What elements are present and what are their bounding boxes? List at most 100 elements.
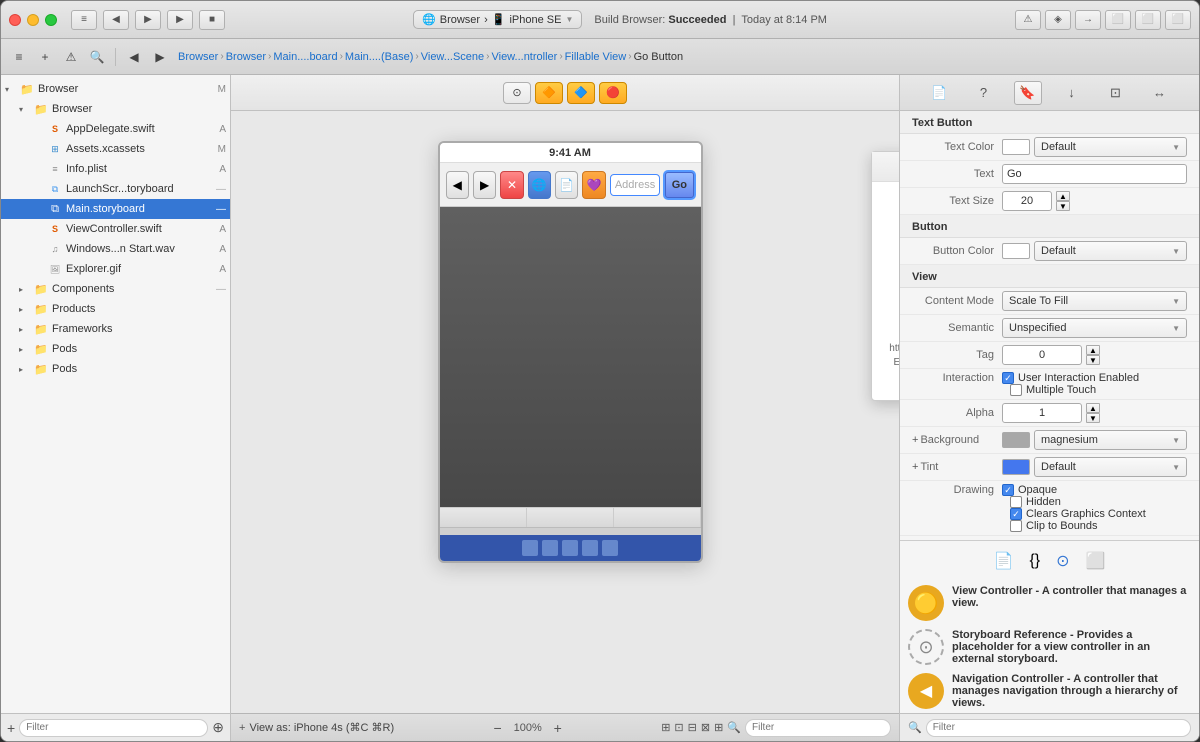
breadcrumb-viewscene[interactable]: View...Scene <box>421 51 484 63</box>
breadcrumb-browser2[interactable]: Browser <box>226 51 266 63</box>
sidebar-item-appdelegate[interactable]: S AppDelegate.swift A <box>1 119 230 139</box>
warning-button[interactable]: ⚠ <box>1015 10 1041 30</box>
tree-toggle[interactable]: ▸ <box>19 345 33 354</box>
text-size-down[interactable]: ▼ <box>1056 201 1070 211</box>
sidebar-item-mainstoryboard[interactable]: ⧉ Main.storyboard — <box>1 199 230 219</box>
sidebar-item-infoplist[interactable]: ≡ Info.plist A <box>1 159 230 179</box>
layout-right-button[interactable]: ⬜ <box>1165 10 1191 30</box>
nav-page-btn[interactable]: 📄 <box>555 171 578 199</box>
user-interaction-checkbox[interactable]: ✓ <box>1002 372 1014 384</box>
obj-tab-3[interactable]: ⊙ <box>1056 551 1069 571</box>
minimize-button[interactable] <box>27 14 39 26</box>
canvas-btn-4[interactable]: 🔴 <box>599 82 627 104</box>
tree-toggle[interactable]: ▸ <box>19 305 33 314</box>
layout-icon-5[interactable]: ⊞ <box>714 721 723 734</box>
quick-help-tab[interactable]: ? <box>970 81 998 105</box>
breadcrumb-browser[interactable]: Browser <box>178 51 218 63</box>
nav-stop-btn[interactable]: ✕ <box>500 171 523 199</box>
alpha-down[interactable]: ▼ <box>1086 413 1100 423</box>
tab-btn-2[interactable] <box>527 508 614 527</box>
tint-plus[interactable]: + <box>912 461 918 473</box>
breakpoint-button[interactable]: ◈ <box>1045 10 1071 30</box>
nav-forward-button[interactable]: ▶ <box>148 45 172 69</box>
semantic-dropdown[interactable]: Unspecified ▼ <box>1002 318 1187 338</box>
tab-btn-1[interactable] <box>440 508 527 527</box>
close-button[interactable] <box>9 14 21 26</box>
sidebar-item-frameworks[interactable]: ▸ 📁 Frameworks <box>1 319 230 339</box>
sidebar-item-browser[interactable]: ▾ 📁 Browser <box>1 99 230 119</box>
background-swatch[interactable] <box>1002 432 1030 448</box>
address-bar[interactable]: Address <box>610 174 660 196</box>
sidebar-item-gif[interactable]: 🖼 Explorer.gif A <box>1 259 230 279</box>
canvas-content[interactable]: → 9:41 AM ◀ ▶ ✕ 🌐 📄 <box>231 111 899 713</box>
iphone-scrollbar[interactable] <box>440 527 701 535</box>
identity-inspector-tab[interactable]: 🔖 <box>1014 81 1042 105</box>
tree-toggle[interactable]: ▸ <box>19 325 33 334</box>
text-color-swatch[interactable] <box>1002 139 1030 155</box>
gpu-button[interactable]: → <box>1075 10 1101 30</box>
text-input[interactable] <box>1002 164 1187 184</box>
add-group-button[interactable]: + <box>7 720 15 736</box>
clears-graphics-checkbox[interactable]: ✓ <box>1010 508 1022 520</box>
sidebar-filter-input[interactable] <box>19 719 208 737</box>
sidebar-left-button[interactable]: ≡ <box>7 45 31 69</box>
add-button[interactable]: + <box>33 45 57 69</box>
sidebar-item-assets[interactable]: ⊞ Assets.xcassets M <box>1 139 230 159</box>
sidebar-item-pods1[interactable]: ▸ 📁 Pods <box>1 339 230 359</box>
background-plus[interactable]: + <box>912 434 918 446</box>
tag-up[interactable]: ▲ <box>1086 345 1100 355</box>
layout-icon-3[interactable]: ⊟ <box>688 721 697 734</box>
content-mode-dropdown[interactable]: Scale To Fill ▼ <box>1002 291 1187 311</box>
layout-center-button[interactable]: ⬜ <box>1135 10 1161 30</box>
issue-button[interactable]: ⚠ <box>59 45 83 69</box>
alpha-up[interactable]: ▲ <box>1086 403 1100 413</box>
sidebar-item-wav[interactable]: ♫ Windows...n Start.wav A <box>1 239 230 259</box>
canvas-btn-1[interactable]: ⊙ <box>503 82 531 104</box>
canvas-btn-2[interactable]: 🔶 <box>535 82 563 104</box>
layout-left-button[interactable]: ⬜ <box>1105 10 1131 30</box>
play-button[interactable]: ▶ <box>167 10 193 30</box>
sidebar-item-products[interactable]: ▸ 📁 Products <box>1 299 230 319</box>
inspector-filter-input[interactable] <box>926 719 1191 737</box>
layout-icon-4[interactable]: ⊠ <box>701 721 710 734</box>
attributes-inspector-tab[interactable]: ↓ <box>1058 81 1086 105</box>
tree-toggle[interactable]: ▾ <box>19 105 33 114</box>
scheme-selector[interactable]: 🌐 Browser › 📱 iPhone SE ▼ <box>413 10 582 29</box>
tag-input[interactable]: 0 <box>1002 345 1082 365</box>
tag-down[interactable]: ▼ <box>1086 355 1100 365</box>
alpha-input[interactable]: 1 <box>1002 403 1082 423</box>
button-color-swatch[interactable] <box>1002 243 1030 259</box>
breadcrumb-fillableview[interactable]: Fillable View <box>565 51 627 63</box>
breadcrumb-mainboard[interactable]: Main....board <box>273 51 337 63</box>
obj-tab-1[interactable]: 📄 <box>994 551 1014 571</box>
maximize-button[interactable] <box>45 14 57 26</box>
sidebar-item-components[interactable]: ▸ 📁 Components — <box>1 279 230 299</box>
canvas-filter-input[interactable] <box>745 719 891 737</box>
tint-dropdown[interactable]: Default ▼ <box>1034 457 1187 477</box>
nav-forward-btn[interactable]: ▶ <box>473 171 496 199</box>
zoom-out-button[interactable]: − <box>488 718 508 738</box>
opaque-checkbox[interactable]: ✓ <box>1002 484 1014 496</box>
go-button[interactable]: Go <box>664 171 694 199</box>
hidden-checkbox[interactable] <box>1010 496 1022 508</box>
breadcrumb-mainbase[interactable]: Main....(Base) <box>345 51 413 63</box>
tree-toggle[interactable]: ▸ <box>19 285 33 294</box>
background-dropdown[interactable]: magnesium ▼ <box>1034 430 1187 450</box>
nav-bookmark-btn[interactable]: 💜 <box>582 171 605 199</box>
sidebar-options-button[interactable]: ⊕ <box>212 719 224 736</box>
sidebar-item-browser-group[interactable]: ▾ 📁 Browser M <box>1 79 230 99</box>
nav-globe-btn[interactable]: 🌐 <box>528 171 551 199</box>
forward-history-button[interactable]: ▶ <box>135 10 161 30</box>
sidebar-item-launchscreen[interactable]: ⧉ LaunchScr...toryboard — <box>1 179 230 199</box>
layout-icon-1[interactable]: ⊞ <box>661 721 670 734</box>
tree-toggle[interactable]: ▾ <box>5 85 19 94</box>
text-size-input[interactable]: 20 <box>1002 191 1052 211</box>
zoom-in-button[interactable]: + <box>548 718 568 738</box>
tab-btn-3[interactable] <box>614 508 701 527</box>
multiple-touch-checkbox[interactable] <box>1010 384 1022 396</box>
text-size-up[interactable]: ▲ <box>1056 191 1070 201</box>
text-color-dropdown[interactable]: Default ▼ <box>1034 137 1187 157</box>
back-history-button[interactable]: ◀ <box>103 10 129 30</box>
tint-swatch[interactable] <box>1002 459 1030 475</box>
button-color-dropdown[interactable]: Default ▼ <box>1034 241 1187 261</box>
